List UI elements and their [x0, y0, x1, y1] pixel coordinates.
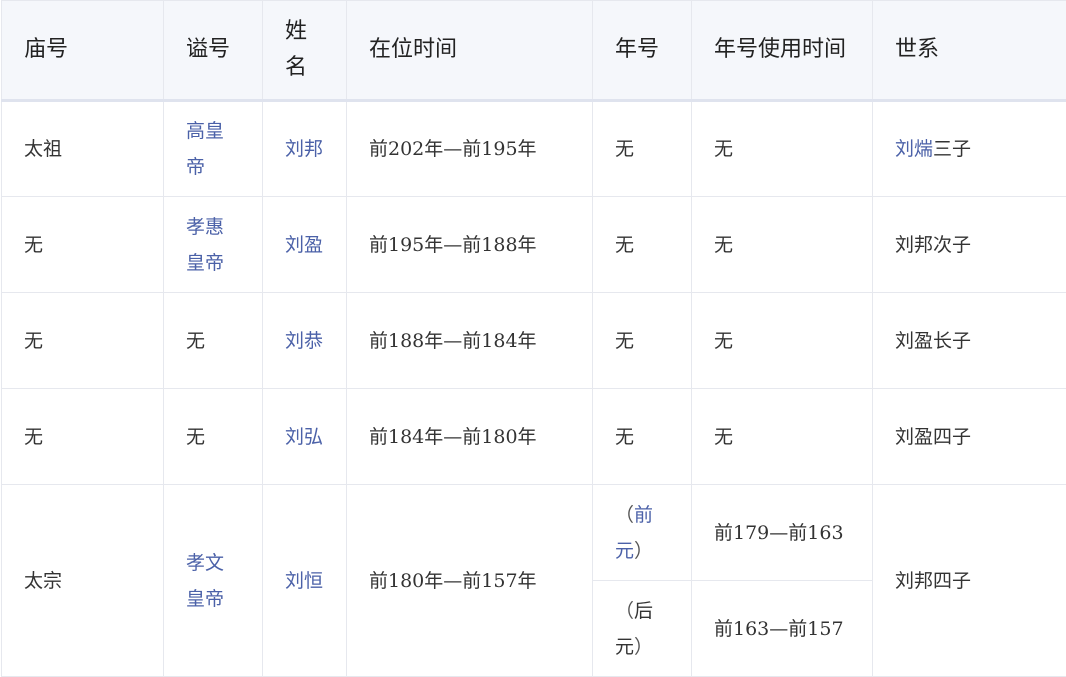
era-name-cell: 无 [593, 293, 692, 389]
posthumous-name-link[interactable]: 孝惠皇帝 [186, 216, 224, 274]
era-period-cell: 前179—前163 [692, 485, 873, 581]
table-row: 太祖 高皇帝 刘邦 前202年—前195年 无 无 刘煓三子 [2, 101, 1066, 197]
lineage-text: 三子 [933, 138, 971, 160]
reign-period-cell: 前180年—前157年 [347, 485, 593, 677]
father-name-link[interactable]: 刘煓 [895, 138, 933, 160]
era-name-cell: 无 [593, 101, 692, 197]
era-period-cell: 无 [692, 293, 873, 389]
reign-period-cell: 前202年—前195年 [347, 101, 593, 197]
header-era-name: 年号 [593, 1, 692, 101]
emperor-name-link[interactable]: 刘恭 [285, 330, 323, 352]
personal-name-cell: 刘邦 [263, 101, 347, 197]
emperor-name-link[interactable]: 刘弘 [285, 426, 323, 448]
table-row: 太宗 孝文皇帝 刘恒 前180年—前157年 （前元） 前179—前163 刘邦… [2, 485, 1066, 581]
lineage-cell: 刘邦次子 [873, 197, 1066, 293]
posthumous-name-cell: 孝惠皇帝 [164, 197, 263, 293]
reign-period-cell: 前188年—前184年 [347, 293, 593, 389]
posthumous-name-link[interactable]: 孝文皇帝 [186, 552, 224, 610]
posthumous-name-cell: 高皇帝 [164, 101, 263, 197]
lineage-cell: 刘盈四子 [873, 389, 1066, 485]
era-period-cell: 无 [692, 101, 873, 197]
personal-name-cell: 刘弘 [263, 389, 347, 485]
temple-name-cell: 无 [2, 293, 164, 389]
header-lineage: 世系 [873, 1, 1066, 101]
posthumous-name-cell: 无 [164, 389, 263, 485]
header-personal-name: 姓名 [263, 1, 347, 101]
emperor-name-link[interactable]: 刘恒 [285, 570, 323, 592]
reign-period-cell: 前184年—前180年 [347, 389, 593, 485]
posthumous-name-link[interactable]: 高皇帝 [186, 120, 224, 178]
temple-name-cell: 无 [2, 197, 164, 293]
emperor-name-link[interactable]: 刘盈 [285, 234, 323, 256]
posthumous-name-cell: 无 [164, 293, 263, 389]
emperor-name-link[interactable]: 刘邦 [285, 138, 323, 160]
posthumous-name-cell: 孝文皇帝 [164, 485, 263, 677]
table-row: 无 孝惠皇帝 刘盈 前195年—前188年 无 无 刘邦次子 [2, 197, 1066, 293]
era-name-cell: 无 [593, 197, 692, 293]
header-reign-period: 在位时间 [347, 1, 593, 101]
lineage-cell: 刘邦四子 [873, 485, 1066, 677]
personal-name-cell: 刘恭 [263, 293, 347, 389]
era-period-cell: 无 [692, 197, 873, 293]
table-row: 无 无 刘弘 前184年—前180年 无 无 刘盈四子 [2, 389, 1066, 485]
temple-name-cell: 太宗 [2, 485, 164, 677]
era-name-cell: （前元） [593, 485, 692, 581]
era-period-cell: 前163—前157 [692, 581, 873, 677]
era-period-cell: 无 [692, 389, 873, 485]
table-header-row: 庙号 谥号 姓名 在位时间 年号 年号使用时间 世系 [2, 1, 1066, 101]
temple-name-cell: 太祖 [2, 101, 164, 197]
header-era-period: 年号使用时间 [692, 1, 873, 101]
personal-name-cell: 刘恒 [263, 485, 347, 677]
era-name-cell: 无 [593, 389, 692, 485]
reign-period-cell: 前195年—前188年 [347, 197, 593, 293]
temple-name-cell: 无 [2, 389, 164, 485]
header-posthumous-name: 谥号 [164, 1, 263, 101]
table-row: 无 无 刘恭 前188年—前184年 无 无 刘盈长子 [2, 293, 1066, 389]
emperor-table: 庙号 谥号 姓名 在位时间 年号 年号使用时间 世系 太祖 高皇帝 刘邦 前20… [1, 0, 1066, 677]
header-temple-name: 庙号 [2, 1, 164, 101]
era-name-cell: （后元） [593, 581, 692, 677]
lineage-cell: 刘盈长子 [873, 293, 1066, 389]
personal-name-cell: 刘盈 [263, 197, 347, 293]
lineage-cell: 刘煓三子 [873, 101, 1066, 197]
